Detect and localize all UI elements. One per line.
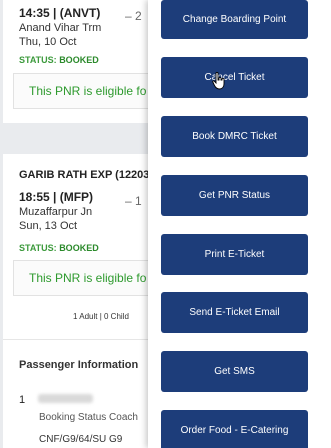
status-value: BOOKED xyxy=(59,243,99,253)
booking-status-value: CNF/G9/64/SU G9 xyxy=(39,434,123,445)
book-dmrc-ticket-button[interactable]: Book DMRC Ticket xyxy=(161,116,308,157)
passenger-number: 1 xyxy=(19,394,26,406)
departure-station: Muzaffarpur Jn xyxy=(19,206,93,218)
passenger-section-title: Passenger Information xyxy=(19,359,139,371)
passenger-count: 1 Adult | 0 Child xyxy=(73,312,129,321)
send-e-ticket-email-button[interactable]: Send E-Ticket Email xyxy=(161,292,308,333)
journey-dash: – 1 xyxy=(125,194,142,208)
departure-time: 14:35 | (ANVT) xyxy=(19,6,101,20)
hand-cursor-icon xyxy=(212,72,225,90)
pnr-eligible-text: This PNR is eligible fo xyxy=(29,271,147,285)
departure-date: Sun, 13 Oct xyxy=(19,220,78,232)
status-label: STATUS: xyxy=(19,55,57,65)
cancel-ticket-button[interactable]: Cancel Ticket xyxy=(161,57,308,98)
booking-status: STATUS: BOOKED xyxy=(19,55,99,65)
booking-status: STATUS: BOOKED xyxy=(19,243,99,253)
get-pnr-status-button[interactable]: Get PNR Status xyxy=(161,175,308,216)
get-sms-button[interactable]: Get SMS xyxy=(161,351,308,392)
journey-dash: – 2 xyxy=(125,9,142,23)
print-e-ticket-button[interactable]: Print E-Ticket xyxy=(161,234,308,275)
ticket-actions-menu: Change Boarding Point Cancel Ticket Book… xyxy=(148,0,331,448)
pnr-eligible-text: This PNR is eligible fo xyxy=(29,84,147,98)
departure-station: Anand Vihar Trm xyxy=(19,22,102,34)
train-name: GARIB RATH EXP (12203) xyxy=(19,169,154,181)
change-boarding-point-button[interactable]: Change Boarding Point xyxy=(161,0,308,39)
redacted-passenger-name xyxy=(38,394,93,403)
booking-status-label: Booking Status Coach xyxy=(39,412,138,423)
order-food-e-catering-button[interactable]: Order Food - E-Catering xyxy=(161,410,308,448)
status-value: BOOKED xyxy=(59,55,99,65)
departure-time: 18:55 | (MFP) xyxy=(19,190,94,204)
status-label: STATUS: xyxy=(19,243,57,253)
departure-date: Thu, 10 Oct xyxy=(19,36,77,48)
